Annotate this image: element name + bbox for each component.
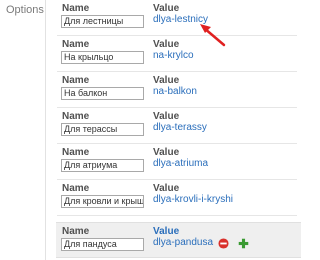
option-value-link[interactable]: na-balkon xyxy=(153,86,197,97)
red-arrow-annotation xyxy=(200,24,226,47)
name-label: Name xyxy=(62,39,90,50)
column-divider xyxy=(45,0,46,260)
option-value-link[interactable]: na-krylco xyxy=(153,50,194,61)
option-name-input[interactable]: На крыльцо xyxy=(61,51,144,64)
option-name-input[interactable]: Для атриума xyxy=(61,159,144,172)
option-value-link[interactable]: dlya-krovli-i-kryshi xyxy=(153,194,233,205)
option-row: Name Value Для лестницы dlya-lestnicy xyxy=(57,0,297,36)
name-label: Name xyxy=(62,183,90,194)
value-label: Value xyxy=(153,226,180,237)
options-list: Name Value Для лестницы dlya-lestnicy Na… xyxy=(52,0,301,260)
option-value-link[interactable]: dlya-terassy xyxy=(153,122,207,133)
name-label: Name xyxy=(62,111,90,122)
value-label: Value xyxy=(153,183,180,194)
remove-icon[interactable] xyxy=(218,238,229,249)
name-label: Name xyxy=(62,3,90,14)
option-row-hovered: Name Value Для пандуса dlya-pandusa xyxy=(56,222,301,258)
value-label: Value xyxy=(153,75,180,86)
option-row: Name Value Для кровли и крыши dlya-krovl… xyxy=(57,180,297,216)
value-label: Value xyxy=(153,111,180,122)
option-row: Name Value Для атриума dlya-atriuma xyxy=(57,144,297,180)
options-column: Options xyxy=(0,0,46,260)
value-label: Value xyxy=(153,147,180,158)
name-label: Name xyxy=(62,147,90,158)
option-value-link[interactable]: dlya-pandusa xyxy=(153,237,213,248)
option-row: Name Value Для терассы dlya-terassy xyxy=(57,108,297,144)
value-label: Value xyxy=(153,3,180,14)
option-name-input[interactable]: Для кровли и крыши xyxy=(61,195,144,208)
options-label: Options xyxy=(6,4,44,16)
option-name-input[interactable]: Для терассы xyxy=(61,123,144,136)
option-row: Name Value На балкон na-balkon xyxy=(57,72,297,108)
option-value-link[interactable]: dlya-atriuma xyxy=(153,158,208,169)
value-label: Value xyxy=(153,39,180,50)
name-label: Name xyxy=(62,75,90,86)
option-row: Name Value На крыльцо na-krylco xyxy=(57,36,297,72)
name-label: Name xyxy=(62,226,90,237)
option-name-input[interactable]: Для лестницы xyxy=(61,15,144,28)
option-name-input[interactable]: Для пандуса xyxy=(61,238,144,251)
option-name-input[interactable]: На балкон xyxy=(61,87,144,100)
add-icon[interactable] xyxy=(238,238,249,249)
